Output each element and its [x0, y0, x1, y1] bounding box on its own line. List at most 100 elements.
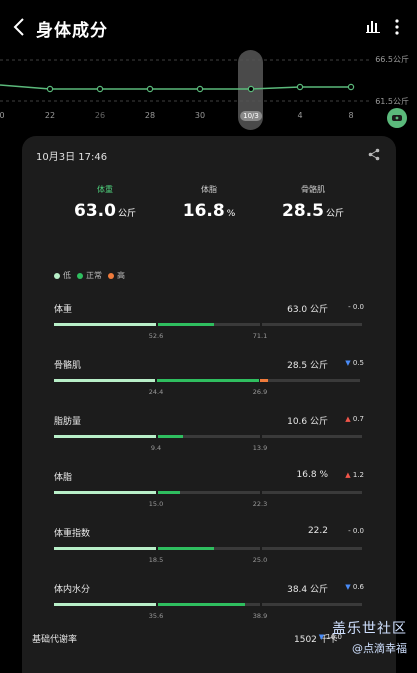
metric-name: 体重指数 [54, 529, 91, 539]
legend-normal: 正常 [77, 270, 102, 281]
legend-dot [77, 272, 83, 279]
range-fill [158, 491, 181, 494]
trend-point [347, 83, 355, 91]
metric-row[interactable]: 体重指数 22.2 - 0.0 18.5 25.0 [54, 526, 364, 568]
range-segment [262, 323, 362, 326]
change-indicator: ▼ [345, 359, 351, 367]
range-segment [262, 491, 362, 494]
x-axis-label[interactable]: 26 [95, 111, 105, 120]
device-fab-button[interactable] [387, 108, 407, 128]
x-axis-label[interactable]: 4 [297, 111, 302, 120]
metric-row[interactable]: 骨骼肌 28.5 公斤 ▼ 0.5 24.4 26.9 [54, 358, 364, 400]
summary-weight[interactable]: 体重 63.0 公斤 [50, 184, 160, 221]
metric-name: 体脂 [54, 473, 73, 483]
metric-row[interactable]: 体重 63.0 公斤 - 0.0 52.6 71.1 [54, 302, 364, 344]
range-tick-label: 18.5 [148, 556, 164, 564]
trend-point [46, 85, 54, 93]
range-segment [54, 435, 156, 438]
metric-row[interactable]: 脂肪量 10.6 公斤 ▲ 0.7 9.4 13.9 [54, 414, 364, 456]
metric-name: 基础代谢率 [32, 635, 78, 645]
trend-point [146, 85, 154, 93]
summary-stats: 体重 63.0 公斤 体脂 16.8% 骨骼肌 28.5 公斤 [22, 184, 396, 234]
range-segment [54, 603, 156, 606]
range-segment [158, 547, 260, 550]
range-fill [54, 491, 156, 494]
x-axis-label-selected[interactable]: 10/3 [240, 111, 262, 121]
range-segment [262, 603, 362, 606]
range-segment [54, 547, 156, 550]
metric-name: 体重 [54, 305, 73, 315]
range-segment [54, 323, 156, 326]
range-segment [54, 491, 156, 494]
range-fill [54, 323, 156, 326]
weight-trend-chart[interactable]: 66.5公斤 61.5公斤 0 22 26 28 30 10/3 4 8 [0, 48, 417, 132]
app-header: 身体成分 [0, 0, 417, 52]
change-value: 0.0 [352, 303, 364, 311]
range-fill [157, 379, 259, 382]
x-axis-label[interactable]: 22 [45, 111, 55, 120]
summary-skeletal-muscle[interactable]: 骨骼肌 28.5 公斤 [258, 184, 368, 221]
range-tick-label: 52.6 [148, 332, 164, 340]
summary-value: 28.5 [282, 201, 324, 221]
share-icon[interactable] [368, 148, 380, 161]
range-segment [157, 379, 259, 382]
metric-value: 16.8 % [296, 470, 328, 480]
summary-label: 体重 [97, 185, 113, 194]
metric-value: 28.5 公斤 [287, 361, 328, 371]
trend-point-selected [247, 85, 255, 93]
change-value: 0.6 [352, 583, 364, 591]
x-axis-label[interactable]: 8 [348, 111, 353, 120]
scale-device-icon [392, 115, 402, 121]
range-fill [54, 379, 156, 382]
metric-change: - 0.0 [348, 303, 364, 311]
summary-body-fat[interactable]: 体脂 16.8% [154, 184, 264, 221]
range-tick-label: 22.3 [252, 500, 268, 508]
metric-name: 骨骼肌 [54, 361, 82, 371]
range-segment [260, 379, 360, 382]
metric-change: ▲ 1.2 [345, 471, 364, 479]
metric-range-bar [54, 603, 362, 606]
range-segment [262, 435, 362, 438]
summary-value: 16.8 [182, 201, 225, 221]
range-fill [158, 547, 215, 550]
range-tick-label: 25.0 [252, 556, 268, 564]
range-tick-label: 9.4 [150, 444, 162, 452]
metric-change: - 0.0 [348, 527, 364, 535]
back-arrow-icon[interactable] [10, 16, 30, 38]
change-indicator: ▲ [345, 415, 351, 423]
watermark: 盖乐世社区 @点滴幸福 [332, 618, 407, 656]
more-options-icon[interactable] [392, 18, 402, 36]
metric-value: 10.6 公斤 [287, 417, 328, 427]
metric-row[interactable]: 体内水分 38.4 公斤 ▼ 0.6 35.6 38.9 [54, 582, 364, 624]
x-axis-label[interactable]: 28 [145, 111, 155, 120]
range-segment [158, 603, 260, 606]
range-fill [54, 547, 156, 550]
metric-range-bar [54, 547, 362, 550]
metric-change: ▼ 0.6 [345, 583, 364, 591]
metric-change: ▼ 0.5 [345, 359, 364, 367]
range-segment [158, 435, 260, 438]
bar-chart-icon[interactable] [366, 19, 380, 33]
range-fill [158, 323, 215, 326]
metric-row[interactable]: 体脂 16.8 % ▲ 1.2 15.0 22.3 [54, 470, 364, 512]
change-value: 0.0 [352, 527, 364, 535]
range-tick-label: 13.9 [252, 444, 268, 452]
metric-value: 22.2 [307, 526, 328, 536]
change-indicator: ▲ [345, 471, 351, 479]
change-value: 0.5 [352, 359, 364, 367]
metric-change: ▲ 0.7 [345, 415, 364, 423]
x-axis-label[interactable]: 30 [195, 111, 205, 120]
change-value: 1.2 [352, 471, 364, 479]
range-tick-label: 24.4 [148, 388, 164, 396]
x-axis-label[interactable]: 0 [0, 111, 5, 120]
range-tick-label: 71.1 [252, 332, 268, 340]
metric-name: 脂肪量 [54, 417, 82, 427]
y-axis-label-top: 66.5公斤 [375, 55, 409, 64]
body-composition-card: 10月3日 17:46 体重 63.0 公斤 体脂 16.8% 骨骼肌 28.5 公… [22, 136, 396, 673]
legend-dot [54, 272, 60, 279]
summary-unit: 公斤 [325, 209, 344, 219]
watermark-line1: 盖乐世社区 [332, 621, 407, 637]
legend-high: 高 [108, 270, 125, 281]
metric-range-bar [54, 379, 362, 382]
trend-lines [0, 59, 372, 102]
